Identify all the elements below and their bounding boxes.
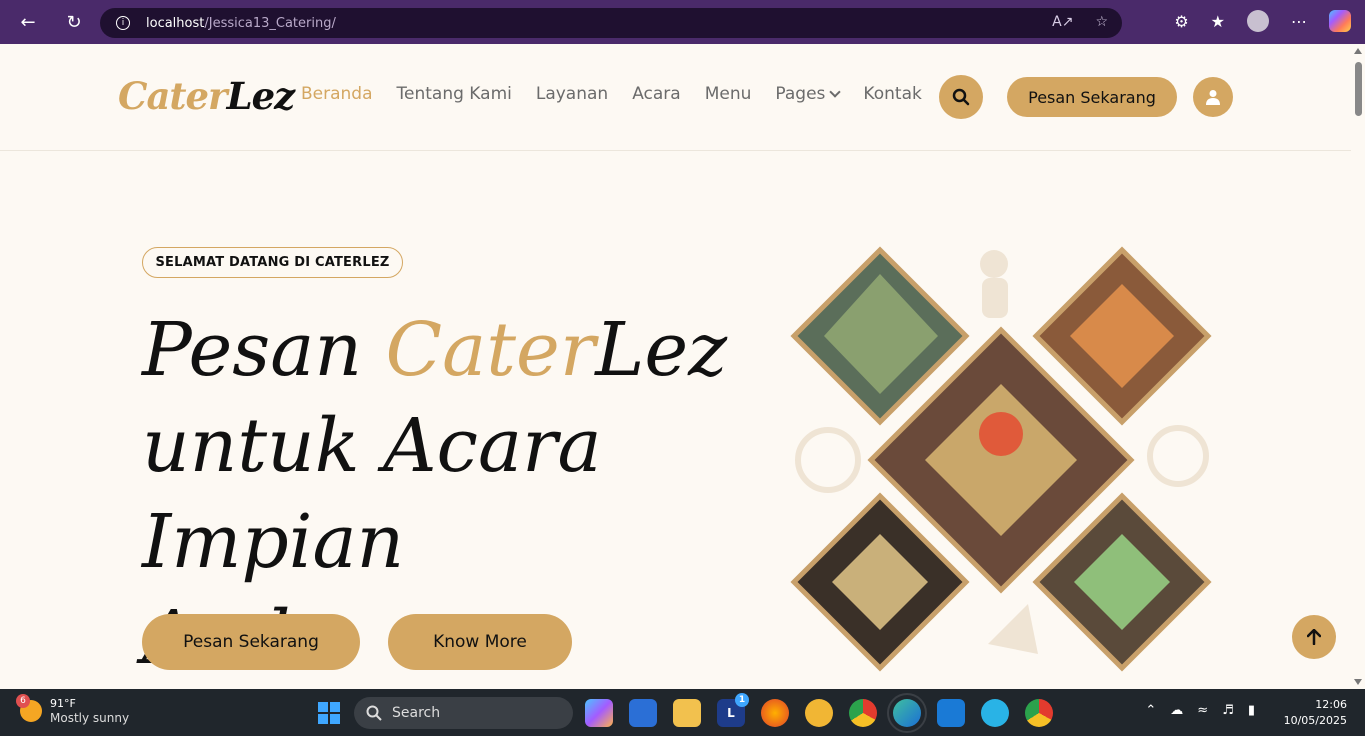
favorite-star-icon[interactable]: ☆: [1095, 14, 1108, 30]
taskbar-search[interactable]: Search: [354, 697, 573, 729]
weather-temp: 91°F: [50, 697, 76, 710]
search-button[interactable]: [939, 75, 983, 119]
notification-badge: 1: [735, 693, 749, 707]
edge-beta-icon[interactable]: [981, 699, 1009, 727]
logo-part2: Lez: [226, 74, 296, 118]
order-now-button[interactable]: Pesan Sekarang: [142, 614, 360, 670]
taskbar-search-label: Search: [392, 705, 441, 721]
nav-item-tentang-kami[interactable]: Tentang Kami: [397, 84, 512, 104]
profile-avatar[interactable]: [1247, 10, 1269, 32]
weather-widget[interactable]: 6 91°F Mostly sunny: [16, 694, 130, 725]
logo-part1: Cater: [118, 74, 228, 118]
welcome-badge: SELAMAT DATANG DI CATERLEZ: [142, 247, 403, 278]
weather-badge: 6: [16, 694, 30, 708]
search-icon: [952, 88, 970, 106]
windows-start-icon[interactable]: [318, 702, 340, 724]
chevron-down-icon: [829, 86, 842, 98]
site-navbar: CaterLez Beranda Tentang Kami Layanan Ac…: [0, 44, 1351, 151]
file-explorer-icon[interactable]: [673, 699, 701, 727]
battery-icon[interactable]: ▮: [1248, 703, 1255, 718]
firefox-icon[interactable]: [761, 699, 789, 727]
volume-icon[interactable]: ♬: [1222, 703, 1234, 718]
windows-taskbar: 6 91°F Mostly sunny Search L1 ⌃ ☁ ≈ ♬ ▮ …: [0, 689, 1365, 736]
more-menu-icon[interactable]: ⋯: [1291, 12, 1307, 31]
search-icon: [366, 705, 382, 721]
nav-item-acara[interactable]: Acara: [632, 84, 681, 104]
back-to-top-button[interactable]: [1292, 615, 1336, 659]
back-icon[interactable]: ←: [14, 8, 42, 36]
know-more-button[interactable]: Know More: [388, 614, 572, 670]
pizza-decor-icon-left: [795, 427, 861, 493]
page: CaterLez Beranda Tentang Kami Layanan Ac…: [0, 44, 1365, 689]
main-menu: Beranda Tentang Kami Layanan Acara Menu …: [301, 84, 922, 104]
weather-condition: Mostly sunny: [50, 711, 130, 725]
chrome-profile-icon[interactable]: [1025, 699, 1053, 727]
wifi-icon[interactable]: ≈: [1197, 703, 1208, 718]
site-logo[interactable]: CaterLez: [118, 74, 296, 118]
vpn-app-icon[interactable]: [805, 699, 833, 727]
hero-title-brand-dark: Lez: [595, 307, 728, 393]
taskbar-apps: L1: [585, 693, 1053, 733]
flower-detail: [979, 412, 1023, 456]
copilot-app-icon[interactable]: [585, 699, 613, 727]
chef-decor-icon: [980, 250, 1008, 318]
read-aloud-icon[interactable]: A↗: [1052, 14, 1073, 30]
scroll-thumb[interactable]: [1355, 62, 1362, 116]
nav-item-pages-label: Pages: [775, 84, 826, 104]
nav-item-kontak[interactable]: Kontak: [863, 84, 921, 104]
url-host: localhost: [146, 15, 205, 31]
hero-title-brand-gold: Cater: [385, 307, 596, 393]
nav-item-menu[interactable]: Menu: [705, 84, 752, 104]
hero-title-word: Pesan: [142, 307, 386, 393]
clock[interactable]: 12:06 10/05/2025: [1284, 697, 1347, 729]
cloud-icon[interactable]: ☁: [1170, 703, 1183, 718]
arrow-up-icon: [1307, 629, 1321, 645]
extensions-icon[interactable]: ⚙: [1174, 12, 1188, 31]
address-bar[interactable]: i localhost/Jessica13_Catering/ A↗ ☆: [100, 8, 1122, 38]
edge-icon[interactable]: [887, 693, 927, 733]
refresh-icon[interactable]: ↻: [60, 8, 88, 36]
launcher-app-icon[interactable]: L1: [717, 693, 749, 727]
clock-date: 10/05/2025: [1283, 714, 1347, 727]
pizza-slice-decor-icon: [988, 604, 1038, 654]
scroll-up-arrow-icon[interactable]: [1354, 48, 1362, 54]
page-scrollbar[interactable]: [1351, 44, 1365, 689]
user-icon: [1206, 90, 1220, 105]
nav-item-layanan[interactable]: Layanan: [536, 84, 608, 104]
food-gallery: [790, 246, 1212, 672]
scroll-down-arrow-icon[interactable]: [1354, 679, 1362, 685]
favorites-icon[interactable]: ★: [1211, 12, 1225, 31]
chrome-icon[interactable]: [849, 699, 877, 727]
user-button[interactable]: [1193, 77, 1233, 117]
browser-toolbar: ← ↻ i localhost/Jessica13_Catering/ A↗ ☆…: [0, 0, 1365, 44]
system-tray: ⌃ ☁ ≈ ♬ ▮: [1145, 703, 1255, 718]
site-info-icon[interactable]: i: [116, 16, 130, 30]
vscode-icon[interactable]: [937, 699, 965, 727]
url-path: /Jessica13_Catering/: [204, 15, 336, 31]
copilot-icon[interactable]: [1329, 10, 1351, 32]
pizza-decor-icon-right: [1147, 425, 1209, 487]
nav-item-pages[interactable]: Pages: [775, 84, 842, 104]
nav-item-beranda[interactable]: Beranda: [301, 84, 373, 104]
chevron-up-icon[interactable]: ⌃: [1145, 703, 1156, 718]
weather-sun-icon: 6: [16, 694, 42, 722]
clock-time: 12:06: [1315, 698, 1347, 711]
store-app-icon[interactable]: [629, 699, 657, 727]
order-now-nav-button[interactable]: Pesan Sekarang: [1007, 77, 1177, 117]
hero-title-line2: untuk Acara Impian: [142, 403, 602, 585]
